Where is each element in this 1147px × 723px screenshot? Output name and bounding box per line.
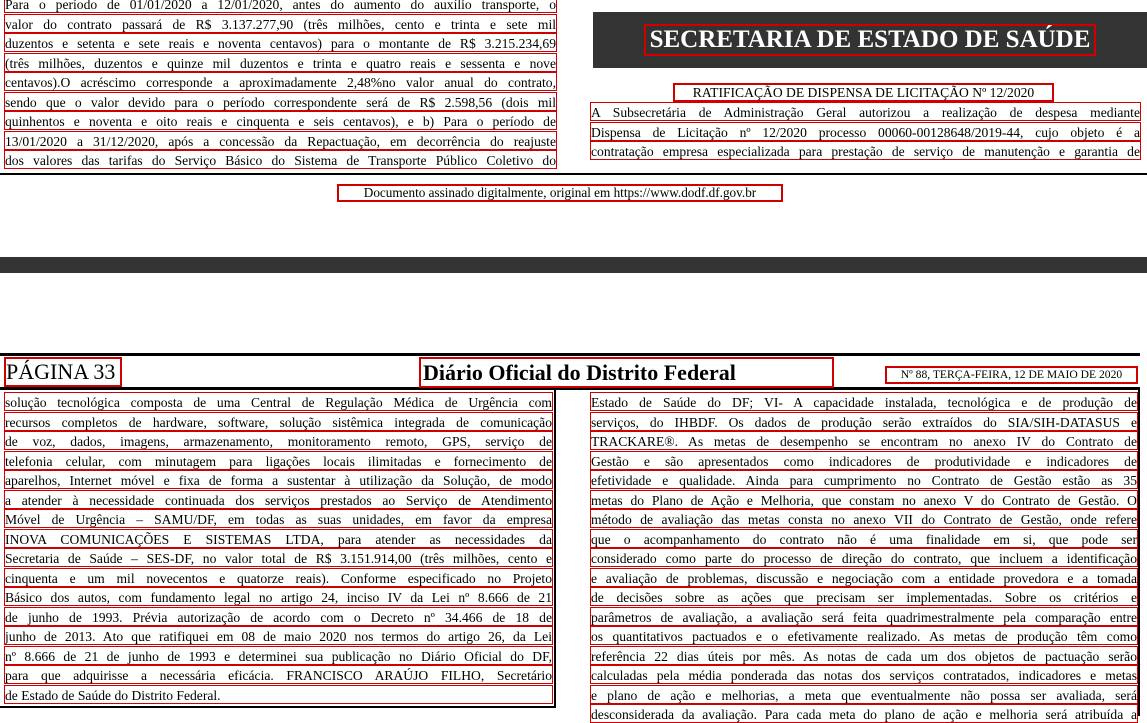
text-line: de Estado de Saúde do Distrito Federal. [4,684,553,704]
top-divider [0,173,1147,175]
text-line: Básico dos autos, com fundamento legal n… [4,587,553,606]
text-line: aparelhos, Internet móvel e fixa de form… [4,470,553,489]
text-line: efetividade e qualidade. Ainda para cump… [590,470,1138,489]
text-line: junho de 2013. Ato que ratifiquei em 08 … [4,626,553,645]
signature-note: Documento assinado digitalmente, origina… [337,184,783,202]
text-line: Gestão e são apresentados como indicador… [590,450,1138,470]
text-line: desconsiderada da avaliação. Para cada m… [590,704,1138,723]
secretaria-title: SECRETARIA DE ESTADO DE SAÚDE [643,24,1097,56]
text-line: duzentos e setenta e sete reais e novent… [4,33,557,52]
text-line: Para o período de 01/01/2020 a 12/01/202… [4,0,557,13]
text-line: telefonia celular, com minutagem para li… [4,450,553,470]
text-line: 13/01/2020 a 31/12/2020, após a concessã… [4,130,557,150]
text-line: os quantitativos pactuados e o efetivame… [590,626,1138,645]
text-line: referência 22 dias úteis por mês. As not… [590,645,1138,665]
issue-info: Nº 88, TERÇA-FEIRA, 12 DE MAIO DE 2020 [885,366,1138,384]
text-line: de voz, dados, imagens, armazenamento, m… [4,431,553,450]
secretaria-banner: SECRETARIA DE ESTADO DE SAÚDE [593,12,1147,68]
text-line: recursos completos de hardware, software… [4,411,553,431]
text-line: a atender à necessidade continuada dos s… [4,489,553,509]
header-top-rule [0,353,1140,356]
text-line: valor do contrato passará de R$ 3.137.27… [4,13,557,33]
bottom-left-frame [554,390,556,708]
text-line: nº 8.666 de 21 de junho de 1993 e determ… [4,645,553,665]
newspaper-title: Diário Oficial do Distrito Federal [419,357,834,388]
page-number: PÁGINA 33 [4,357,122,387]
text-line: serviços, do IHBDF. Os dados de produção… [590,411,1138,431]
text-line: Secretaria de Saúde – SES-DF, no valor t… [4,548,553,567]
text-line: (três milhões, duzentos e quinze mil duz… [4,52,557,72]
bottom-right-frame [1138,390,1140,716]
text-line: centavos).O acréscimo corresponde a apro… [4,72,557,91]
text-line: Dispensa de Licitação nº 12/2020 process… [590,121,1141,141]
text-line: considerado como parte do processo de di… [590,548,1138,567]
text-line: Móvel de Urgência – SAMU/DF, em todas as… [4,509,553,528]
text-line: metas do Plano de Ação e Melhoria, que c… [590,489,1138,509]
text-line: parâmetros de avaliação, a avaliação ser… [590,606,1138,626]
text-line: INOVA COMUNICAÇÕES E SISTEMAS LTDA, para… [4,528,553,548]
text-line: Estado de Saúde do DF; VI- A capacidade … [590,392,1138,411]
text-line: que o acompanhamento do contrato não é u… [590,528,1138,548]
text-line: e avaliação de problemas, discussão e ne… [590,567,1138,587]
text-line: e plano de ação e melhorias, a meta que … [590,684,1138,704]
text-line: TRACKARE®. As metas de desempenho se enc… [590,431,1138,450]
ratificacao-title: RATIFICAÇÃO DE DISPENSA DE LICITAÇÃO Nº … [673,83,1054,102]
text-line: sendo que o valor devido para o período … [4,91,557,111]
text-line: quinhentos e noventa e oito reais e cinq… [4,111,557,130]
text-line: de junho de 1993. Prévia autorização de … [4,606,553,626]
text-line: contratação empresa especializada para p… [590,141,1141,160]
text-line: de decisões sobre as ações que precisam … [590,587,1138,606]
text-line: para que adquirisse a necessária eficáci… [4,665,553,684]
text-line: calculadas pela média ponderada das nota… [590,665,1138,684]
text-line: A Subsecretária de Administração Geral a… [590,102,1141,121]
page-separator-band [0,257,1147,273]
text-line: dos valores das tarifas do Serviço Básic… [4,150,557,169]
text-line: método de avaliação das metas consta no … [590,509,1138,528]
text-line: cinquenta e um mil novecentos e quatorze… [4,567,553,587]
bottom-left-frame-base [0,706,556,708]
text-line: solução tecnológica composta de uma Cent… [4,392,553,411]
